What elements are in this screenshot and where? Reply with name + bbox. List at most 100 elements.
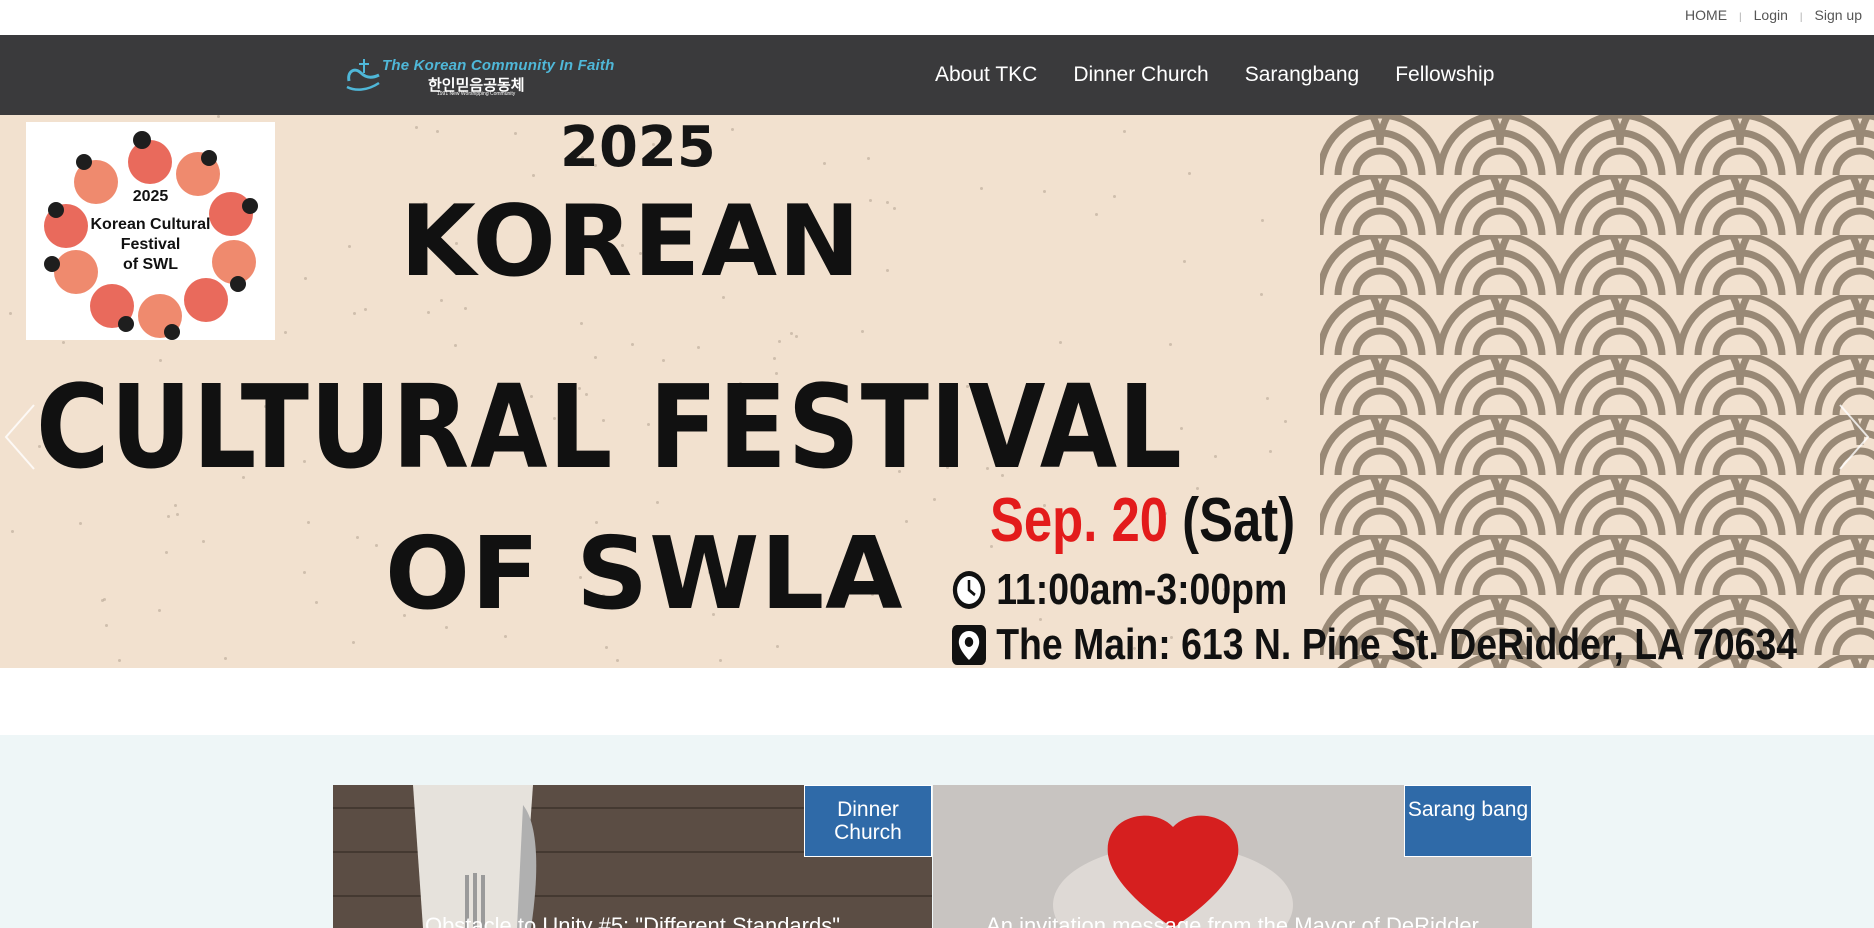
paper-speck	[167, 515, 170, 518]
post-card-sarangbang[interactable]: Sarang bang An invitation message from t…	[933, 785, 1532, 928]
event-date: Sep. 20 (Sat)	[990, 485, 1295, 556]
paper-speck	[375, 544, 378, 547]
paper-speck	[1169, 343, 1172, 346]
paper-speck	[731, 128, 734, 131]
paper-speck	[867, 157, 870, 160]
signup-link[interactable]: Sign up	[1803, 7, 1874, 23]
paper-speck	[356, 536, 359, 539]
site-logo[interactable]: The Korean Community In Faith 한인믿음공동체 19…	[345, 55, 614, 97]
paper-speck	[415, 126, 418, 129]
paper-speck	[427, 311, 430, 314]
paper-speck	[79, 522, 82, 525]
nav-dinner-church[interactable]: Dinner Church	[1073, 63, 1208, 87]
event-time-text: 11:00am-3:00pm	[996, 565, 1288, 614]
paper-speck	[1214, 455, 1217, 458]
top-utility-bar: HOME | Login | Sign up	[0, 0, 1874, 35]
paper-speck	[980, 187, 983, 190]
event-time-row: 11:00am-3:00pm	[952, 565, 1287, 615]
paper-speck	[886, 269, 889, 272]
event-day-text: (Sat)	[1182, 486, 1296, 555]
dove-cross-icon	[346, 59, 380, 91]
paper-speck	[594, 356, 597, 359]
paper-speck	[1043, 190, 1046, 193]
nav-about-tkc[interactable]: About TKC	[935, 63, 1037, 87]
paper-speck	[304, 277, 307, 280]
paper-speck	[790, 332, 793, 335]
paper-speck	[165, 551, 168, 554]
hero-title-line1: KOREAN	[400, 185, 862, 299]
paper-speck	[464, 307, 467, 310]
paper-speck	[176, 513, 179, 516]
paper-speck	[697, 346, 700, 349]
nav-sarangbang[interactable]: Sarangbang	[1245, 63, 1359, 87]
paper-speck	[514, 132, 517, 135]
hero-banner[interactable]: 2025 Korean Cultural Festival of SWL 202…	[0, 115, 1874, 668]
paper-speck	[631, 343, 634, 346]
paper-speck	[905, 520, 908, 523]
paper-speck	[1183, 260, 1186, 263]
paper-speck	[776, 645, 779, 648]
paper-speck	[284, 331, 287, 334]
seigaiha-wave-pattern	[1320, 115, 1874, 668]
location-pin-icon	[952, 625, 986, 665]
paper-speck	[616, 659, 619, 662]
paper-speck	[869, 199, 872, 202]
logo-english-text: The Korean Community In Faith	[382, 57, 615, 74]
paper-speck	[1123, 130, 1126, 133]
slider-prev-arrow-icon[interactable]	[0, 397, 40, 477]
event-location-row: The Main: 613 N. Pine St. DeRidder, LA 7…	[952, 620, 1797, 668]
badge-line2: Festival	[120, 236, 181, 253]
paper-speck	[11, 530, 14, 533]
paper-speck	[656, 501, 659, 504]
paper-speck	[101, 599, 104, 602]
category-tag[interactable]: Dinner Church	[804, 785, 932, 857]
post-title[interactable]: Obstacle to Unity #5: "Different Standar…	[333, 913, 932, 928]
paper-speck	[719, 659, 722, 662]
paper-speck	[436, 130, 439, 133]
paper-speck	[1266, 397, 1269, 400]
nav-fellowship[interactable]: Fellowship	[1395, 63, 1494, 87]
paper-speck	[1269, 450, 1272, 453]
paper-speck	[348, 245, 351, 248]
paper-speck	[158, 609, 161, 612]
badge-line3: of SWL	[122, 256, 179, 273]
hero-year: 2025	[560, 115, 716, 180]
festival-badge: 2025 Korean Cultural Festival of SWL	[26, 122, 275, 340]
paper-speck	[224, 657, 227, 660]
paper-speck	[118, 659, 121, 662]
post-card-dinner-church[interactable]: Dinner Church Obstacle to Unity #5: "Dif…	[333, 785, 932, 928]
paper-speck	[1260, 293, 1263, 296]
event-date-text: Sep. 20	[990, 486, 1169, 555]
paper-speck	[580, 322, 583, 325]
paper-speck	[823, 162, 826, 165]
paper-speck	[202, 540, 205, 543]
paper-speck	[174, 504, 177, 507]
event-location-text: The Main: 613 N. Pine St. DeRidder, LA 7…	[996, 620, 1798, 668]
hero-title-line2: CULTURAL FESTIVAL	[36, 360, 1183, 495]
paper-speck	[352, 641, 355, 644]
paper-speck	[440, 299, 443, 302]
paper-speck	[861, 330, 864, 333]
paper-speck	[9, 312, 12, 315]
paper-speck	[1188, 172, 1191, 175]
paper-speck	[454, 344, 457, 347]
paper-speck	[1261, 219, 1264, 222]
logo-subtext: 1991 New Worshipping Community	[437, 91, 516, 97]
paper-speck	[217, 115, 220, 118]
paper-speck	[778, 340, 781, 343]
badge-line1: Korean Cultural	[90, 216, 211, 233]
paper-speck	[933, 498, 936, 501]
home-link[interactable]: HOME	[1673, 7, 1739, 23]
paper-speck	[353, 312, 356, 315]
slider-next-arrow-icon[interactable]	[1834, 397, 1874, 477]
paper-speck	[893, 207, 896, 210]
paper-speck	[504, 635, 507, 638]
paper-speck	[1113, 195, 1116, 198]
clock-icon	[952, 571, 986, 609]
post-title[interactable]: An invitation message from the Mayor of …	[933, 913, 1532, 928]
category-tag[interactable]: Sarang bang	[1404, 785, 1532, 857]
login-link[interactable]: Login	[1742, 7, 1800, 23]
paper-speck	[1095, 213, 1098, 216]
paper-speck	[364, 308, 367, 311]
featured-posts-section: Dinner Church Obstacle to Unity #5: "Dif…	[0, 735, 1874, 928]
